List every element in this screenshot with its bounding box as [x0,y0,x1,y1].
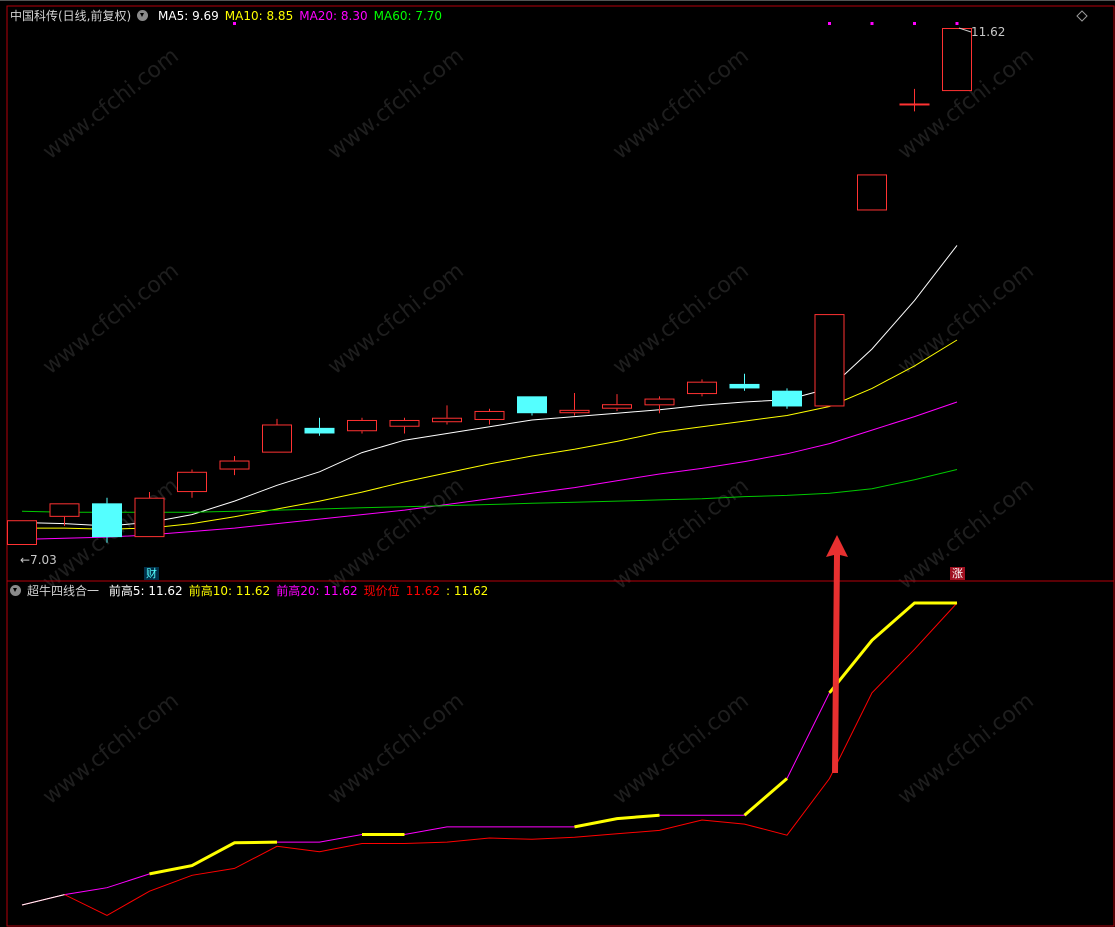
candle[interactable] [559,392,590,416]
watermark-text: www.cfchi.com [893,473,1038,594]
breakout-segment [149,840,278,876]
start-line [21,894,65,906]
candle[interactable] [602,394,632,411]
watermark-text: www.cfchi.com [893,688,1038,809]
candle[interactable] [92,497,122,543]
candle-body [517,396,547,414]
signal-dot [913,22,916,25]
candle-body [177,471,207,493]
candle-body [92,503,122,538]
candle-body [772,390,802,407]
watermark-text: www.cfchi.com [323,43,468,164]
candle-body [474,410,505,420]
candle[interactable] [517,396,547,416]
ma-legend: MA5: 9.69 MA10: 8.85 MA20: 8.30 MA60: 7.70 [158,9,448,23]
red-arrow [826,535,848,773]
indicator-plot [21,601,958,916]
candle-body [559,409,590,414]
watermark-text: www.cfchi.com [608,688,753,809]
candle-body [602,404,632,409]
candle[interactable] [389,417,420,434]
candle-body [857,174,887,211]
watermark-text: www.cfchi.com [38,43,183,164]
indicator-legend-item-4: 11.62 [405,584,441,598]
candle[interactable] [942,28,972,92]
watermark-layer: www.cfchi.com www.cfchi.com www.cfchi.com w… [38,43,1038,809]
candle[interactable] [432,405,462,425]
candle-body [899,103,930,106]
dropdown-icon[interactable] [10,585,21,596]
signal-dot [955,22,959,25]
indicator-legend-item-5: : 11.62 [446,584,489,598]
high-marker-label: 11.62 [971,25,1005,39]
breakout-segment [743,777,788,817]
candle-body [347,419,377,432]
ma-legend-item-3: MA60: 7.70 [373,9,443,23]
watermark-text: www.cfchi.com [323,688,468,809]
indicator-legend-item-2: 前高20: 11.62 [276,584,358,598]
watermark-text: www.cfchi.com [323,473,468,594]
indicator-legend-item-1: 前高10: 11.62 [188,584,271,598]
ma-legend-item-2: MA20: 8.30 [299,9,368,23]
candle-body [942,28,972,92]
watermark-text: www.cfchi.com [608,43,753,164]
main-panel-header: 中国科传(日线,前复权) MA5: 9.69 MA10: 8.85 MA20: 8.… [10,8,454,24]
finance-badge[interactable]: 财 [144,567,159,580]
candle-body [7,520,37,545]
candle-body [687,381,717,395]
indicator-title: 超牛四线合一 [27,584,100,598]
candle[interactable] [7,520,37,545]
candle-body [49,503,80,517]
candle[interactable] [262,418,292,453]
ma-legend-item-1: MA10: 8.85 [224,9,294,23]
dropdown-icon[interactable] [137,10,149,21]
candle[interactable] [219,456,250,476]
watermark-text: www.cfchi.com [38,258,183,379]
signal-dot [828,22,831,25]
indicator-legend: 前高5: 11.62 前高10: 11.62 前高20: 11.62 现价位 11.62… [109,584,494,598]
candle-body [304,427,335,434]
candle-body [134,497,165,538]
candle[interactable] [772,388,802,409]
candle-body [729,383,760,389]
candle-body [219,460,250,470]
candle[interactable] [49,503,80,526]
low-marker-label: ←7.03 [20,553,57,567]
watermark-text: www.cfchi.com [38,688,183,809]
candle-body [262,424,292,453]
indicator-legend-item-0: 前高5: 11.62 [108,584,183,598]
limit-up-badge[interactable]: 涨 [950,567,965,580]
breakout-segment [828,601,957,694]
watermark-text: www.cfchi.com [893,258,1038,379]
indicator-legend-item-3: 现价位 [363,584,400,598]
watermark-text: www.cfchi.com [608,258,753,379]
candle-body [389,419,420,427]
indicator-panel-header: 超牛四线合一 前高5: 11.62 前高10: 11.62 前高20: 11.62 现… [10,583,500,599]
candle[interactable] [687,379,717,397]
corner-diamond-icon[interactable] [1076,10,1088,22]
price-line [21,602,958,916]
candle[interactable] [814,314,845,407]
candle[interactable] [899,88,930,112]
candle-body [644,398,675,406]
candle[interactable] [347,417,377,434]
watermark-text: www.cfchi.com [608,473,753,594]
candle[interactable] [474,408,505,425]
candle-body [814,314,845,407]
candle[interactable] [729,373,760,391]
candle-body [432,417,462,423]
ma-legend-item-0: MA5: 9.69 [158,9,219,23]
signal-dot [870,22,874,25]
chart-canvas: www.cfchi.com www.cfchi.com www.cfchi.com w… [0,0,1115,927]
main-title: 中国科传(日线,前复权) [10,9,132,23]
candle[interactable] [134,492,165,538]
candle[interactable] [304,417,335,436]
watermark-text: www.cfchi.com [323,258,468,379]
candle[interactable] [857,174,887,211]
breakout-segment [574,813,660,829]
prev-high-line [21,602,915,906]
